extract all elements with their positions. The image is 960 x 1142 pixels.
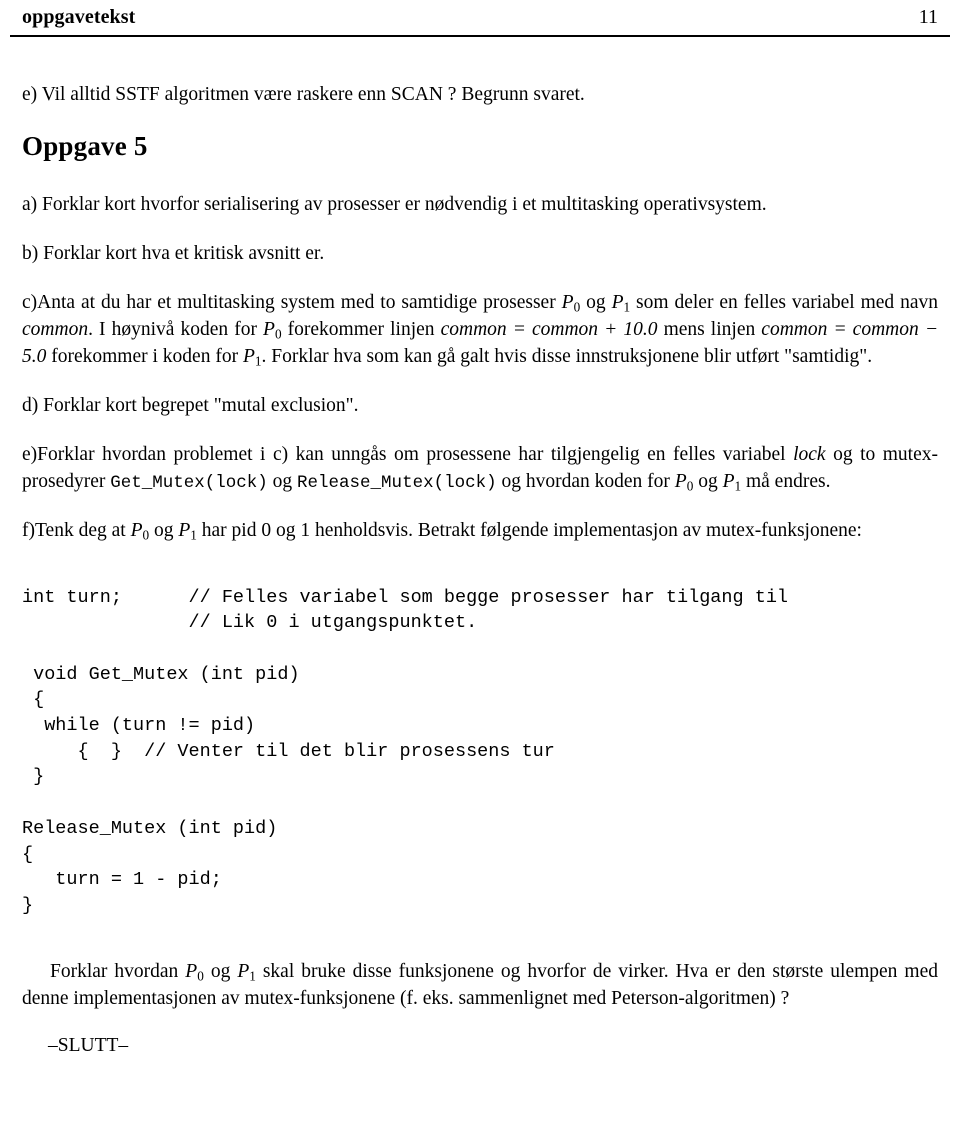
symbol-p1-b: P1 <box>242 345 262 369</box>
document-page: oppgavetekst 11 e) Vil alltid SSTF algor… <box>0 0 960 1142</box>
item-b-text: Forklar kort hva et kritisk avsnitt er. <box>43 242 325 264</box>
symbol-p0-closing: P0 <box>185 960 204 984</box>
variable-lock: lock <box>793 443 826 465</box>
symbol-p0-e: P0 <box>674 470 694 494</box>
item-a-label: a) <box>22 193 38 215</box>
item-e-text-4: og hvordan koden for <box>496 470 675 492</box>
item-a: a) Forklar kort hvorfor serialisering av… <box>22 192 938 219</box>
closing-text-1: Forklar hvordan <box>50 960 186 982</box>
item-e-text-5: og <box>693 470 723 492</box>
item-e-text-6: må endres. <box>741 470 831 492</box>
symbol-p1-e-base: P <box>722 470 735 492</box>
item-a-text: Forklar kort hvorfor serialisering av pr… <box>42 193 767 215</box>
item-c-text-1: Anta at du har et multitasking system me… <box>37 291 562 313</box>
header-rule <box>10 35 950 37</box>
symbol-p1-b-base: P <box>242 345 255 367</box>
item-d: d) Forklar kort begrepet "mutal exclusio… <box>22 393 938 420</box>
item-c-text-7: forekommer i koden for <box>46 345 243 367</box>
page-content: e) Vil alltid SSTF algoritmen være raske… <box>22 82 938 1057</box>
header-page-number: 11 <box>918 6 938 28</box>
symbol-p1-closing-subscript: 1 <box>249 968 256 984</box>
item-c-text-2: og <box>580 291 612 313</box>
item-c-text-8: . Forklar hva som kan gå galt hvis disse… <box>261 345 873 367</box>
symbol-p0: P0 <box>561 291 581 315</box>
symbol-p1-f-subscript: 1 <box>190 527 197 543</box>
symbol-p1-closing-base: P <box>237 960 250 982</box>
item-c-text-5: forekommer linjen <box>281 318 441 340</box>
item-b-label: b) <box>22 242 39 264</box>
header-title: oppgavetekst <box>22 6 136 28</box>
item-b: b) Forklar kort hva et kritisk avsnitt e… <box>22 241 938 268</box>
item-c-text-3: som deler en felles variabel med navn <box>630 291 939 313</box>
item-f-label: f) <box>22 519 35 541</box>
section-heading-oppgave-5: Oppgave 5 <box>22 130 148 161</box>
end-marker: –SLUTT– <box>48 1034 129 1056</box>
symbol-p0-f-base: P <box>130 519 143 541</box>
symbol-p1-closing: P1 <box>237 960 256 984</box>
item-e-text-3: og <box>267 470 298 492</box>
code-release-mutex-inline: Release_Mutex(lock) <box>297 472 497 493</box>
item-f-text-2: og <box>149 519 179 541</box>
symbol-p0-e-base: P <box>674 470 687 492</box>
item-c-label: c) <box>22 291 38 313</box>
item-f: f)Tenk deg at P0 og P1 har pid 0 og 1 he… <box>22 518 938 545</box>
item-e-previous-label: e) <box>22 84 38 105</box>
item-c-text-4: . I høynivå koden for <box>88 318 264 340</box>
symbol-p0-b: P0 <box>263 318 282 342</box>
item-c: c)Anta at du har et multitasking system … <box>22 290 938 371</box>
symbol-p0-closing-base: P <box>185 960 198 982</box>
symbol-p1: P1 <box>611 291 631 315</box>
equation-common-plus: common = common + 10.0 <box>440 318 658 340</box>
symbol-p0-closing-subscript: 0 <box>197 968 204 984</box>
symbol-p1-f-base: P <box>178 519 191 541</box>
closing-paragraph: Forklar hvordan P0 og P1 skal bruke diss… <box>22 959 938 1013</box>
variable-common-1: common <box>22 318 89 340</box>
item-e-previous: e) Vil alltid SSTF algoritmen være raske… <box>22 82 938 109</box>
symbol-p0-base: P <box>561 291 574 313</box>
item-e-previous-text: Vil alltid SSTF algoritmen være raskere … <box>41 84 585 105</box>
item-f-text-1: Tenk deg at <box>35 519 131 541</box>
item-e: e)Forklar hvordan problemet i c) kan unn… <box>22 442 938 496</box>
item-c-text-6: mens linjen <box>657 318 762 340</box>
item-e-text-1: Forklar hvordan problemet i c) kan unngå… <box>37 443 794 465</box>
closing-text-2: og <box>203 960 238 982</box>
symbol-p1-e: P1 <box>722 470 742 494</box>
symbol-p1-f: P1 <box>178 519 197 543</box>
item-d-text: Forklar kort begrepet "mutal exclusion". <box>43 394 359 416</box>
code-get-mutex-inline: Get_Mutex(lock) <box>110 472 268 493</box>
item-d-label: d) <box>22 394 39 416</box>
symbol-p0-b-base: P <box>263 318 275 340</box>
code-listing-mutex: int turn; // Felles variabel som begge p… <box>22 586 789 916</box>
item-e-label: e) <box>22 443 38 465</box>
symbol-p0-b-subscript: 0 <box>274 326 282 342</box>
symbol-p1-base: P <box>611 291 624 313</box>
symbol-p0-f: P0 <box>130 519 150 543</box>
item-f-text-3: har pid 0 og 1 henholdsvis. Betrakt følg… <box>196 519 862 541</box>
page-header: oppgavetekst 11 <box>22 6 938 29</box>
